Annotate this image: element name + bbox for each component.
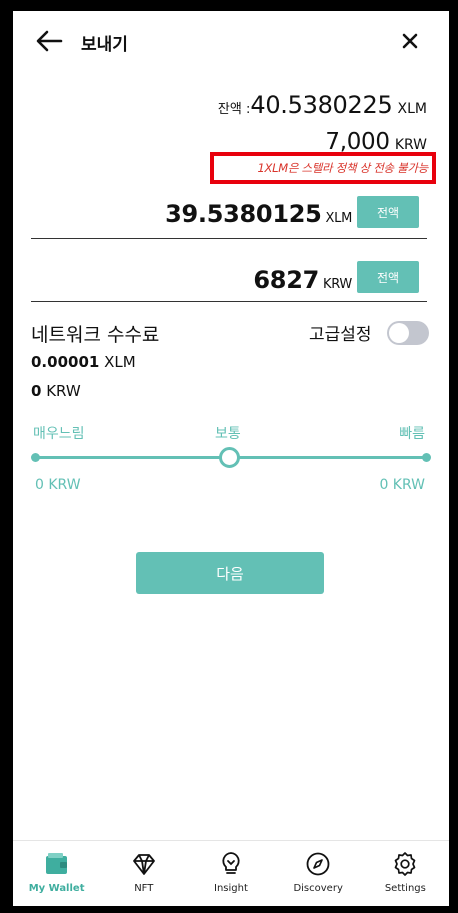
close-icon[interactable]: [399, 30, 421, 52]
nav-label: Insight: [214, 883, 248, 894]
send-screen: 보내기 잔액 :40.5380225 XLM 7,000 KRW 1XLM은 스…: [13, 11, 449, 906]
nav-discovery[interactable]: Discovery: [278, 841, 358, 906]
warning-text: 1XLM은 스텔라 정책 상 전송 불가능: [257, 161, 429, 175]
balance-label: 잔액 :: [217, 102, 251, 117]
max-xlm-button[interactable]: 전액: [357, 196, 419, 228]
speed-normal-label[interactable]: 보통: [215, 423, 241, 443]
nav-settings[interactable]: Settings: [365, 841, 445, 906]
amount-xlm-input[interactable]: 39.5380125 XLM: [165, 200, 352, 228]
fee-xlm: 0.00001 XLM: [31, 353, 136, 371]
amount-xlm-value: 39.5380125: [165, 200, 322, 228]
nav-insight[interactable]: Insight: [191, 841, 271, 906]
toggle-knob: [389, 323, 409, 343]
amount-krw-value: 6827: [253, 266, 319, 294]
high-fee-value: 0 KRW: [379, 477, 425, 493]
amount-krw-input[interactable]: 6827 KRW: [253, 266, 352, 294]
lightbulb-icon: [222, 852, 240, 874]
wallet-icon: [45, 853, 67, 874]
amount-xlm-unit: XLM: [325, 211, 353, 226]
max-krw-button[interactable]: 전액: [357, 261, 419, 293]
fee-speed-slider-thumb[interactable]: [219, 447, 240, 468]
fee-krw-unit: KRW: [46, 382, 81, 400]
page-title: 보내기: [81, 35, 128, 55]
low-fee-value: 0 KRW: [35, 477, 81, 493]
device-frame: 보내기 잔액 :40.5380225 XLM 7,000 KRW 1XLM은 스…: [0, 0, 458, 913]
fee-xlm-unit: XLM: [104, 353, 136, 371]
nav-label: NFT: [134, 883, 154, 894]
network-fee-title: 네트워크 수수료: [31, 324, 160, 346]
slider-max-dot: [422, 453, 431, 462]
gear-icon: [394, 852, 416, 876]
fee-xlm-value: 0.00001: [31, 353, 100, 371]
slider-min-dot: [31, 453, 40, 462]
balance-unit: XLM: [397, 101, 427, 117]
advanced-settings-toggle[interactable]: [387, 321, 429, 345]
compass-icon: [306, 852, 330, 876]
advanced-settings-label: 고급설정: [309, 325, 372, 345]
speed-slow-label[interactable]: 매우느림: [33, 423, 85, 443]
fee-krw-value: 0: [31, 382, 42, 400]
amount-xlm-row: 39.5380125 XLM 전액: [31, 195, 427, 239]
nav-my-wallet[interactable]: My Wallet: [17, 841, 97, 906]
nav-label: Settings: [384, 883, 426, 894]
balance: 잔액 :40.5380225 XLM: [218, 91, 427, 119]
next-button[interactable]: 다음: [136, 552, 324, 594]
balance-value: 40.5380225: [250, 91, 393, 119]
speed-fast-label[interactable]: 빠름: [399, 423, 425, 443]
nav-label: My Wallet: [28, 883, 85, 894]
fee-krw: 0 KRW: [31, 382, 81, 400]
amount-krw-row: 6827 KRW 전액: [31, 258, 427, 302]
balance-krw-unit: KRW: [394, 137, 427, 153]
header: 보내기: [13, 11, 449, 71]
warning-box: 1XLM은 스텔라 정책 상 전송 불가능: [210, 152, 436, 184]
nav-nft[interactable]: NFT: [104, 841, 184, 906]
amount-krw-unit: KRW: [323, 277, 352, 292]
nav-label: Discovery: [293, 883, 343, 894]
arrow-left-icon[interactable]: [35, 29, 63, 53]
diamond-icon: [132, 854, 155, 875]
bottom-nav: My Wallet NFT Insight Discovery Settings: [13, 840, 449, 906]
